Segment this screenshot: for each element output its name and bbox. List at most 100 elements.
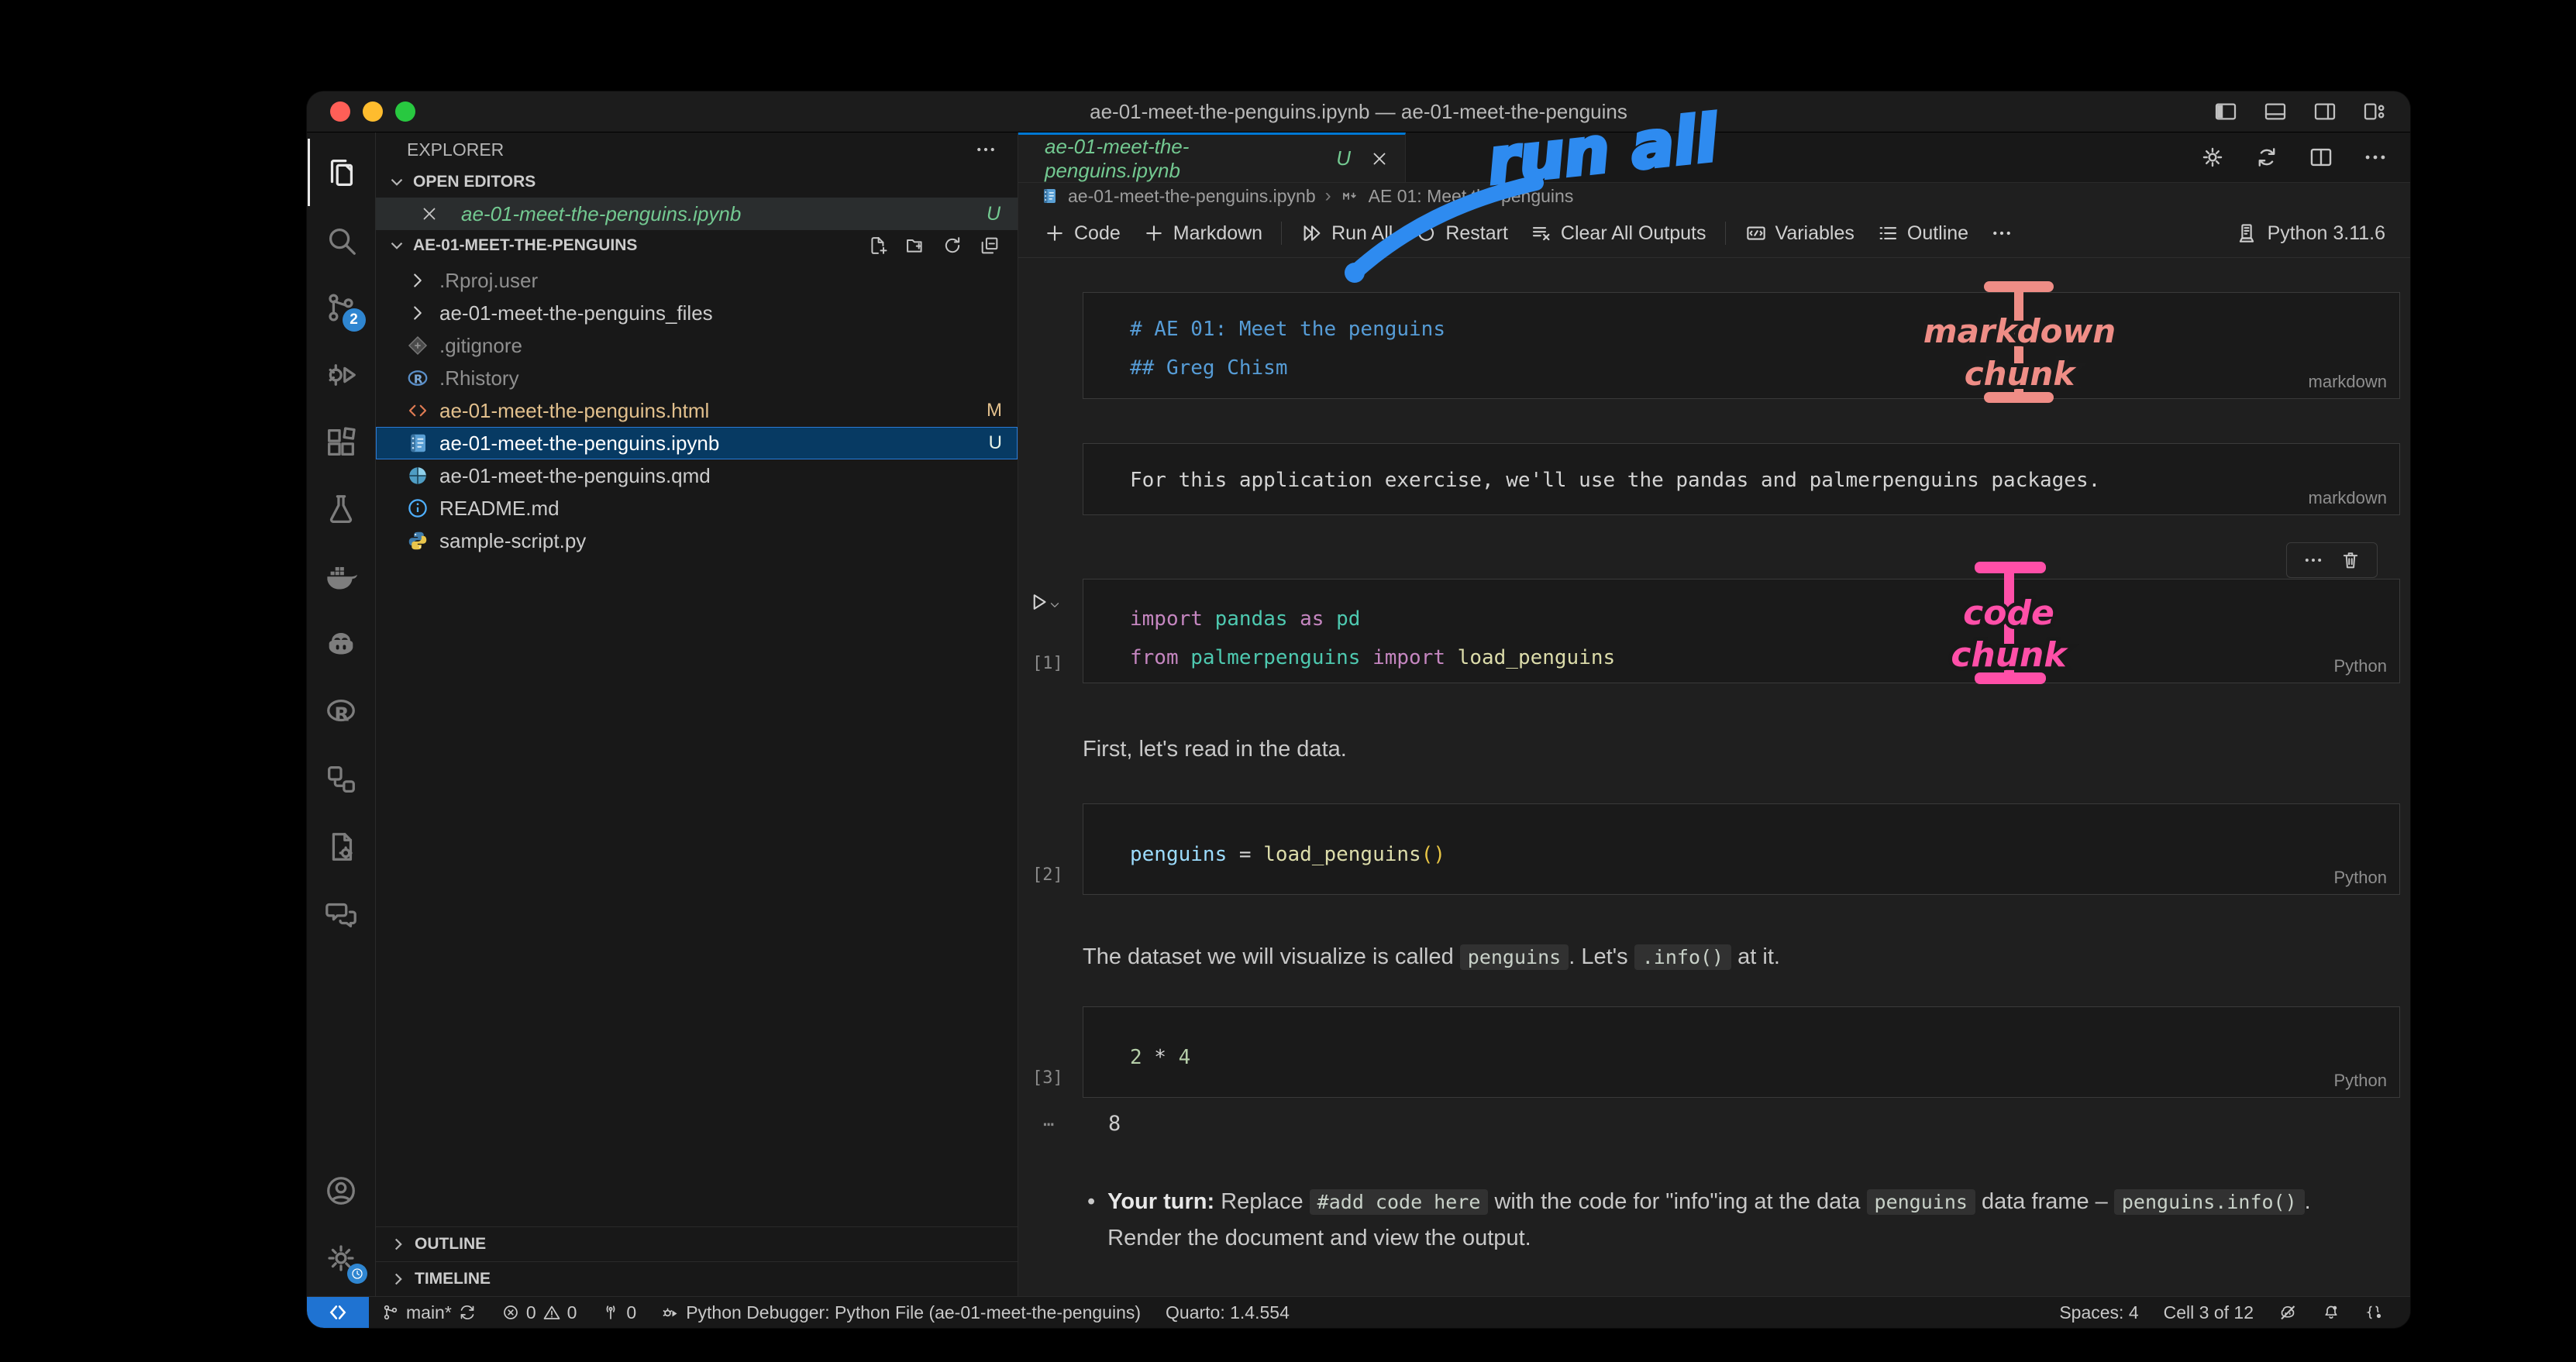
rendered-markdown-bullet[interactable]: •Your turn: Replace #add code here with … bbox=[1087, 1184, 2389, 1256]
cell-editor-content[interactable]: 2 * 4 bbox=[1083, 1007, 2399, 1077]
status-item-spaces[interactable]: Spaces: 4 bbox=[2047, 1297, 2151, 1328]
toggle-secondary-sidebar-icon[interactable] bbox=[2313, 99, 2337, 124]
file-tree-item-ae-01-meet-the-penguins.qmd[interactable]: ae-01-meet-the-penguins.qmd bbox=[376, 459, 1018, 492]
tab-git-badge: U bbox=[1336, 146, 1351, 170]
rendered-markdown-cell[interactable]: The dataset we will visualize is called … bbox=[1083, 939, 2400, 975]
split-editor-icon[interactable] bbox=[2308, 144, 2334, 170]
file-tree-item-ae-01-meet-the-penguins_files[interactable]: ae-01-meet-the-penguins_files bbox=[376, 297, 1018, 329]
status-item-cell-indicator[interactable]: Cell 3 of 12 bbox=[2151, 1297, 2266, 1328]
more-cell-actions-icon[interactable] bbox=[2302, 549, 2324, 571]
file-tree-item-sample-script.py[interactable]: sample-script.py bbox=[376, 525, 1018, 557]
activity-item-accounts[interactable] bbox=[308, 1157, 375, 1224]
cell-language-label[interactable]: Python bbox=[2334, 1071, 2388, 1091]
cell-language-label[interactable]: markdown bbox=[2309, 488, 2387, 508]
cell-language-label[interactable]: Python bbox=[2334, 868, 2388, 888]
kernel-picker[interactable]: Python 3.11.6 bbox=[2235, 222, 2410, 245]
markdown-button[interactable]: Markdown bbox=[1131, 217, 1273, 249]
markdown-source-cell[interactable]: For this application exercise, we'll use… bbox=[1083, 443, 2400, 515]
activity-item-explorer[interactable] bbox=[308, 139, 375, 206]
close-tab-icon[interactable] bbox=[1369, 149, 1390, 169]
editor-actions bbox=[2199, 132, 2388, 182]
open-editors-section-header[interactable]: OPEN EDITORS bbox=[376, 167, 1018, 198]
zoom-window-button[interactable] bbox=[395, 101, 415, 122]
code-cell[interactable]: 2 * 4Python[3] bbox=[1083, 1006, 2400, 1098]
minimize-window-button[interactable] bbox=[363, 101, 383, 122]
explorer-more-actions-icon[interactable] bbox=[974, 138, 997, 161]
timeline-section[interactable]: TIMELINE bbox=[376, 1261, 1018, 1296]
python-environment-icon bbox=[2235, 222, 2258, 245]
kebab-button[interactable] bbox=[1979, 217, 2024, 249]
activity-item-settings[interactable] bbox=[308, 1224, 375, 1291]
status-item-debugger[interactable]: Python Debugger: Python File (ae-01-meet… bbox=[649, 1297, 1153, 1328]
close-editor-icon[interactable] bbox=[419, 204, 439, 224]
close-window-button[interactable] bbox=[330, 101, 350, 122]
code-cell[interactable]: penguins = load_penguins()Python[2] bbox=[1083, 803, 2400, 895]
activity-item-remote-explorer[interactable] bbox=[308, 745, 375, 813]
activity-item-source-control[interactable]: 2 bbox=[308, 273, 375, 341]
output-gutter-icon[interactable]: ⋯ bbox=[1043, 1113, 1056, 1135]
activity-item-r-lang[interactable]: R bbox=[308, 678, 375, 745]
bullet-text: Your turn: Replace #add code here with t… bbox=[1107, 1184, 2389, 1256]
rendered-markdown-cell[interactable]: First, let's read in the data. bbox=[1083, 731, 2400, 767]
code-cell[interactable]: import pandas as pdfrom palmerpenguins i… bbox=[1083, 579, 2400, 683]
testing-icon bbox=[323, 492, 359, 528]
activity-item-extensions[interactable] bbox=[308, 408, 375, 476]
collapse-folders-icon[interactable] bbox=[979, 235, 1000, 256]
activity-item-search[interactable] bbox=[308, 206, 375, 273]
cell-editor-content[interactable]: # AE 01: Meet the penguins## Greg Chism bbox=[1083, 293, 2399, 387]
cell-language-label[interactable]: markdown bbox=[2309, 372, 2387, 392]
more-actions-icon[interactable] bbox=[2362, 144, 2388, 170]
run-all-button[interactable]: Run All bbox=[1290, 217, 1403, 249]
new-file-icon[interactable] bbox=[867, 235, 889, 256]
activity-item-comments[interactable] bbox=[308, 880, 375, 948]
status-item-problems[interactable]: 00 bbox=[489, 1297, 590, 1328]
status-item-copilot-disabled[interactable] bbox=[2266, 1297, 2309, 1328]
workspace-section-header[interactable]: AE-01-MEET-THE-PENGUINS bbox=[376, 230, 1018, 261]
toggle-panel-icon[interactable] bbox=[2263, 99, 2288, 124]
cell-language-label[interactable]: Python bbox=[2334, 656, 2388, 676]
execution-count: [2] bbox=[1032, 865, 1063, 885]
cell-output: ⋯8 bbox=[1108, 1112, 2410, 1136]
cell-editor-content[interactable]: For this application exercise, we'll use… bbox=[1083, 444, 2399, 500]
traffic-lights bbox=[330, 101, 415, 122]
run-cell-button[interactable] bbox=[1028, 590, 1062, 614]
refresh-explorer-icon[interactable] bbox=[942, 235, 963, 256]
breadcrumb-file[interactable]: ae-01-meet-the-penguins.ipynb bbox=[1068, 186, 1316, 207]
file-tree-item-.rproj.user[interactable]: .Rproj.user bbox=[376, 264, 1018, 297]
file-tree-item-.rhistory[interactable]: R.Rhistory bbox=[376, 362, 1018, 394]
toggle-primary-sidebar-icon[interactable] bbox=[2213, 99, 2238, 124]
compare-changes-icon[interactable] bbox=[2254, 144, 2280, 170]
delete-cell-icon[interactable] bbox=[2340, 549, 2361, 571]
open-editor-entry[interactable]: ae-01-meet-the-penguins.ipynb U bbox=[376, 198, 1018, 230]
remote-indicator[interactable] bbox=[307, 1297, 369, 1328]
activity-item-copilot[interactable] bbox=[308, 610, 375, 678]
new-folder-icon[interactable] bbox=[904, 235, 926, 256]
markdown-source-cell[interactable]: # AE 01: Meet the penguins## Greg Chismm… bbox=[1083, 292, 2400, 399]
activity-item-testing[interactable] bbox=[308, 476, 375, 543]
cell-editor-content[interactable]: import pandas as pdfrom palmerpenguins i… bbox=[1083, 580, 2399, 677]
file-tree-item-readme.md[interactable]: README.md bbox=[376, 492, 1018, 525]
status-item-language-indicator[interactable] bbox=[2353, 1297, 2396, 1328]
file-tree-item-ae-01-meet-the-penguins.html[interactable]: ae-01-meet-the-penguins.htmlM bbox=[376, 394, 1018, 427]
file-tree-item-.gitignore[interactable]: .gitignore bbox=[376, 329, 1018, 362]
status-item-branch[interactable]: main* bbox=[369, 1297, 489, 1328]
customize-layout-icon[interactable] bbox=[2362, 99, 2387, 124]
status-item-quarto[interactable]: Quarto: 1.4.554 bbox=[1153, 1297, 1302, 1328]
clear-all-outputs-button[interactable]: Clear All Outputs bbox=[1519, 217, 1717, 249]
activity-item-run-debug[interactable] bbox=[308, 341, 375, 408]
notebook-settings-icon[interactable] bbox=[2199, 144, 2226, 170]
tab-notebook[interactable]: ae-01-meet-the-penguins.ipynb U bbox=[1018, 132, 1406, 182]
breadcrumb-section[interactable]: AE 01: Meet the penguins bbox=[1369, 186, 1574, 207]
activity-item-docker[interactable] bbox=[308, 543, 375, 610]
code-button[interactable]: Code bbox=[1032, 217, 1131, 249]
activity-item-cmake[interactable] bbox=[308, 813, 375, 880]
file-name: ae-01-meet-the-penguins_files bbox=[439, 301, 713, 325]
status-item-ports[interactable]: 0 bbox=[589, 1297, 649, 1328]
outline-button[interactable]: Outline bbox=[1865, 217, 1979, 249]
outline-section[interactable]: OUTLINE bbox=[376, 1226, 1018, 1261]
status-item-notifications[interactable] bbox=[2309, 1297, 2353, 1328]
file-tree-item-ae-01-meet-the-penguins.ipynb[interactable]: ae-01-meet-the-penguins.ipynbU bbox=[376, 427, 1018, 459]
variables-button[interactable]: Variables bbox=[1734, 217, 1865, 249]
cell-editor-content[interactable]: penguins = load_penguins() bbox=[1083, 804, 2399, 874]
restart-button[interactable]: Restart bbox=[1403, 217, 1519, 249]
